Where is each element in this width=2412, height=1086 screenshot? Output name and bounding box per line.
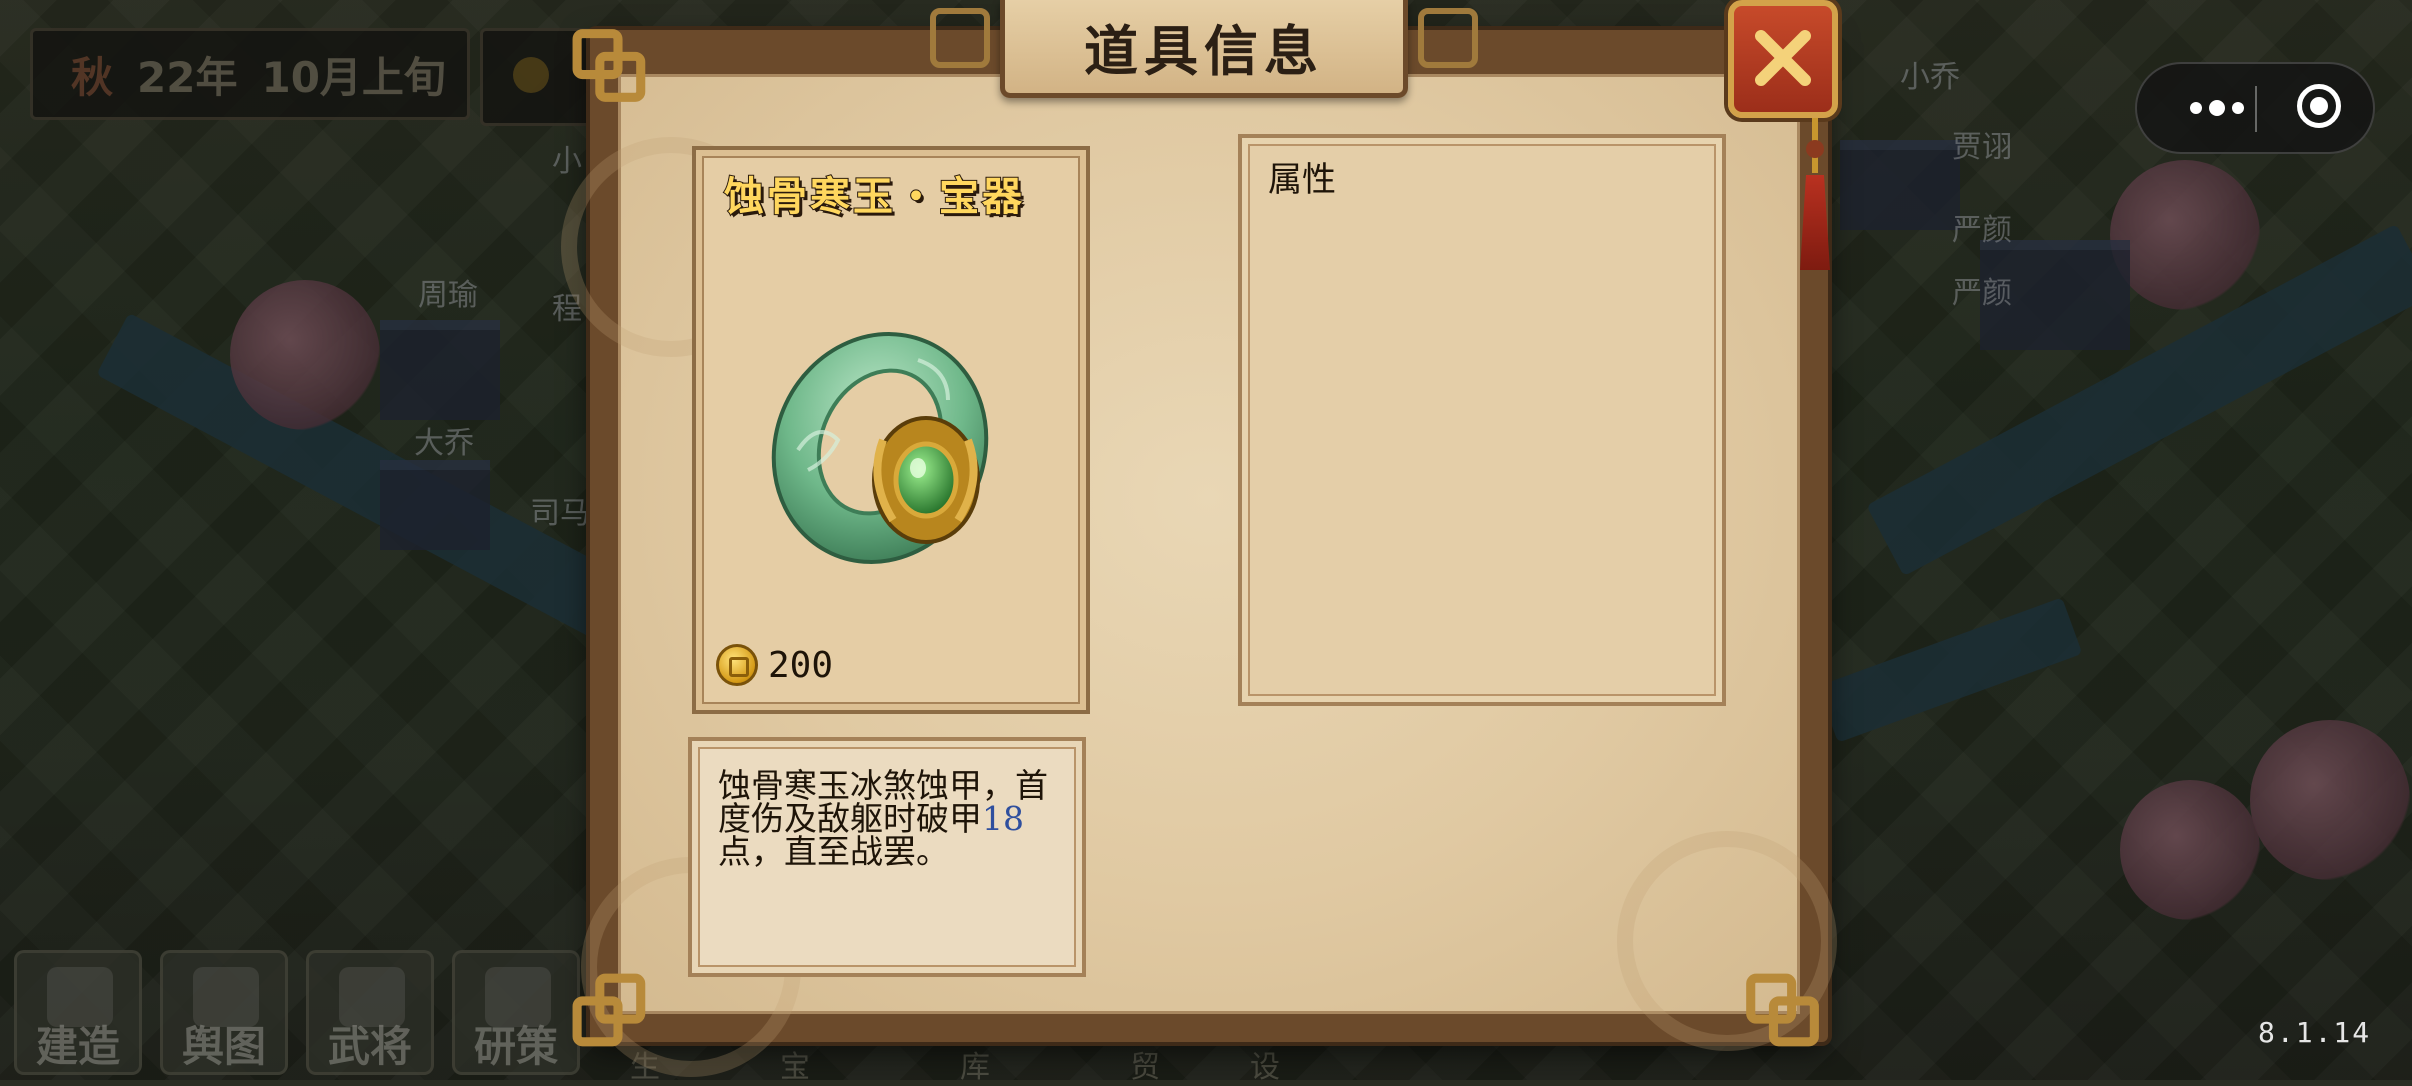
corner-knot-icon bbox=[572, 29, 646, 102]
target-icon[interactable] bbox=[2297, 84, 2341, 128]
description-text-end: 点，直至战罢。 bbox=[718, 832, 949, 871]
corner-knot-icon bbox=[572, 973, 646, 1047]
close-icon bbox=[1755, 30, 1811, 86]
attributes-panel: 属性 bbox=[1238, 134, 1726, 706]
tassel-bead bbox=[1806, 140, 1824, 158]
attributes-title: 属性 bbox=[1268, 160, 1336, 200]
item-price: 200 bbox=[768, 644, 834, 686]
item-card: 蚀骨寒玉・宝器 200 bbox=[692, 146, 1090, 714]
capsule-divider bbox=[2255, 86, 2257, 132]
item-name: 蚀骨寒玉・宝器 bbox=[723, 172, 1025, 221]
corner-knot-icon bbox=[1746, 973, 1819, 1047]
miniprogram-capsule bbox=[2135, 62, 2375, 154]
coin-icon bbox=[716, 644, 758, 686]
description-number: 18 bbox=[982, 799, 1024, 838]
title-ornament-right bbox=[1418, 8, 1478, 68]
description-panel: 蚀骨寒玉冰煞蚀甲，首度伤及敌躯时破甲18点，直至战罢。 bbox=[688, 737, 1086, 977]
price-row: 200 bbox=[716, 644, 833, 686]
close-button[interactable] bbox=[1728, 0, 1838, 118]
dialog-title-plaque: 道具信息 bbox=[1000, 0, 1408, 98]
dialog-title: 道具信息 bbox=[1084, 19, 1324, 83]
jade-ring-icon bbox=[771, 332, 989, 564]
item-description: 蚀骨寒玉冰煞蚀甲，首度伤及敌躯时破甲18点，直至战罢。 bbox=[718, 769, 1068, 868]
title-ornament-left bbox=[930, 8, 990, 68]
more-dots-icon[interactable] bbox=[2167, 64, 2267, 152]
version-label: 8.1.14 bbox=[2258, 1016, 2372, 1049]
